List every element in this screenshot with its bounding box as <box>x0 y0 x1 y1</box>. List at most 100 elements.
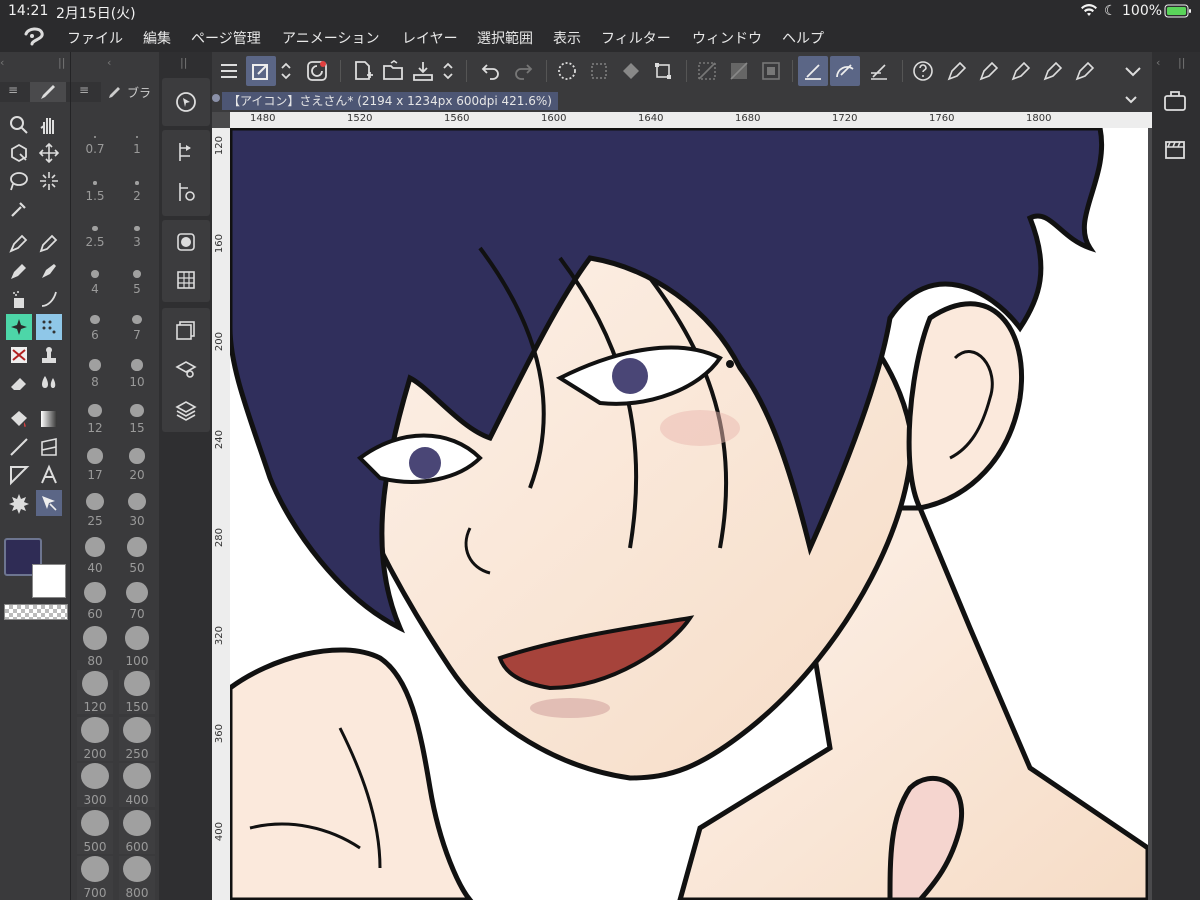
pen2-icon[interactable] <box>974 56 1004 86</box>
eyedropper-icon[interactable] <box>6 196 32 222</box>
sub-grip-icon[interactable]: || <box>180 56 187 69</box>
brush-size-option[interactable]: 40 <box>77 531 113 575</box>
blend-tool-icon[interactable] <box>6 314 32 340</box>
magic-wand-icon[interactable] <box>36 168 62 194</box>
brush-size-option[interactable]: 4 <box>77 252 113 296</box>
select-icon[interactable] <box>552 56 582 86</box>
frame-tool-icon[interactable] <box>36 434 62 460</box>
chevron-down-icon[interactable] <box>1122 90 1140 112</box>
pen1-icon[interactable] <box>942 56 972 86</box>
brush-size-option[interactable]: 800 <box>119 856 155 900</box>
document-tab[interactable]: 【アイコン】さえさん* (2194 x 1234px 600dpi 421.6%… <box>222 92 558 110</box>
brush-size-option[interactable]: 700 <box>77 856 113 900</box>
snap-grid-icon[interactable] <box>864 56 894 86</box>
menu-view[interactable]: 表示 <box>553 28 581 48</box>
brush-size-option[interactable]: 300 <box>77 763 113 807</box>
undo-history-icon[interactable] <box>302 56 332 86</box>
menu-page[interactable]: ページ管理 <box>191 28 261 48</box>
brush-size-option[interactable]: 70 <box>119 577 155 621</box>
brush-size-option[interactable]: 500 <box>77 809 113 854</box>
menu-icon[interactable] <box>214 56 244 86</box>
menu-selection[interactable]: 選択範囲 <box>477 28 533 48</box>
brush-size-option[interactable]: 80 <box>77 624 113 668</box>
snap-ruler-icon[interactable] <box>798 56 828 86</box>
brush-size-option[interactable]: 2.5 <box>77 205 113 249</box>
color-set-icon[interactable] <box>166 260 206 300</box>
brush-size-option[interactable]: 17 <box>77 438 113 482</box>
collapse-icon[interactable] <box>1118 56 1148 86</box>
subtool-icon[interactable] <box>166 132 206 172</box>
snap-special-icon[interactable] <box>830 56 860 86</box>
right-grip-icon[interactable]: || <box>1178 56 1185 69</box>
new-file-icon[interactable] <box>348 56 378 86</box>
brush-size-option[interactable]: 15 <box>119 391 155 435</box>
navigator-icon[interactable] <box>166 82 206 122</box>
brush-size-option[interactable]: 6 <box>77 298 113 342</box>
spin-icon[interactable] <box>276 56 296 86</box>
water-tool-icon[interactable] <box>36 370 62 396</box>
left-collapse-icon[interactable]: ‹ <box>0 56 4 69</box>
brush-size-option[interactable]: 250 <box>119 716 155 761</box>
brush-size-option[interactable]: 1.5 <box>77 159 113 203</box>
panel-menu-icon[interactable]: ≡ <box>8 83 18 97</box>
brush-size-option[interactable]: 8 <box>77 345 113 389</box>
subtool-settings-icon[interactable] <box>166 172 206 212</box>
marker-tool-icon[interactable] <box>36 258 62 284</box>
transform-icon[interactable] <box>648 56 678 86</box>
brush-tool-icon[interactable] <box>6 258 32 284</box>
invert-select-icon[interactable] <box>724 56 754 86</box>
brush-size-option[interactable]: 25 <box>77 484 113 528</box>
move-tool-icon[interactable] <box>36 140 62 166</box>
brush-size-option[interactable]: 100 <box>119 624 155 668</box>
brush-size-option[interactable]: 200 <box>77 716 113 761</box>
spin-icon[interactable] <box>438 56 458 86</box>
tool-property-tab[interactable]: ブラ <box>101 82 159 102</box>
brush-size-option[interactable]: 600 <box>119 809 155 854</box>
panel-menu-icon[interactable]: ≡ <box>79 83 89 97</box>
material-icon[interactable] <box>1162 88 1190 116</box>
left-grip-icon[interactable]: || <box>58 56 65 69</box>
menu-filter[interactable]: フィルター <box>601 28 671 48</box>
help-icon[interactable] <box>908 56 938 86</box>
object-tool-icon[interactable] <box>6 140 32 166</box>
menu-edit[interactable]: 編集 <box>143 28 171 48</box>
layer-property-icon[interactable] <box>166 310 206 350</box>
airbrush-tool-icon[interactable] <box>6 286 32 312</box>
brush-size-option[interactable]: 30 <box>119 484 155 528</box>
size-collapse-icon[interactable]: ‹ <box>107 56 111 69</box>
undo-icon[interactable] <box>476 56 506 86</box>
quick-access-icon[interactable] <box>246 56 276 86</box>
ribbon-tool-icon[interactable] <box>6 342 32 368</box>
brush-size-option[interactable]: 7 <box>119 298 155 342</box>
bucket-tool-icon[interactable] <box>6 406 32 432</box>
pencil-tool-icon[interactable] <box>36 230 62 256</box>
menu-file[interactable]: ファイル <box>67 28 123 48</box>
pen-tool-icon[interactable] <box>6 230 32 256</box>
brush-size-option[interactable]: 12 <box>77 391 113 435</box>
brush-size-option[interactable]: 5 <box>119 252 155 296</box>
pen4-icon[interactable] <box>1038 56 1068 86</box>
brush-size-option[interactable]: 50 <box>119 531 155 575</box>
brush-size-option[interactable]: 400 <box>119 763 155 807</box>
brush-size-option[interactable]: 20 <box>119 438 155 482</box>
right-collapse-icon[interactable]: ‹ <box>1156 56 1160 69</box>
pen3-icon[interactable] <box>1006 56 1036 86</box>
text-tool-icon[interactable] <box>36 462 62 488</box>
brush-size-option[interactable]: 150 <box>119 670 155 714</box>
transparent-color-swatch[interactable] <box>4 604 68 620</box>
redo-icon[interactable] <box>508 56 538 86</box>
lasso-tool-icon[interactable] <box>6 168 32 194</box>
save-icon[interactable] <box>408 56 438 86</box>
brush-size-option[interactable]: 60 <box>77 577 113 621</box>
menu-help[interactable]: ヘルプ <box>782 28 824 48</box>
brush-size-option[interactable]: 0.7 <box>77 112 113 156</box>
app-logo-icon[interactable] <box>22 26 46 52</box>
sub-color-swatch[interactable] <box>32 564 66 598</box>
clear-select-icon[interactable] <box>584 56 614 86</box>
stamp-tool-icon[interactable] <box>36 342 62 368</box>
brush-size-option[interactable]: 2 <box>119 159 155 203</box>
balloon-tool-icon[interactable] <box>6 462 32 488</box>
brush-size-option[interactable]: 10 <box>119 345 155 389</box>
menu-layer[interactable]: レイヤー <box>402 28 458 48</box>
correct-line-tool-icon[interactable] <box>36 490 62 516</box>
